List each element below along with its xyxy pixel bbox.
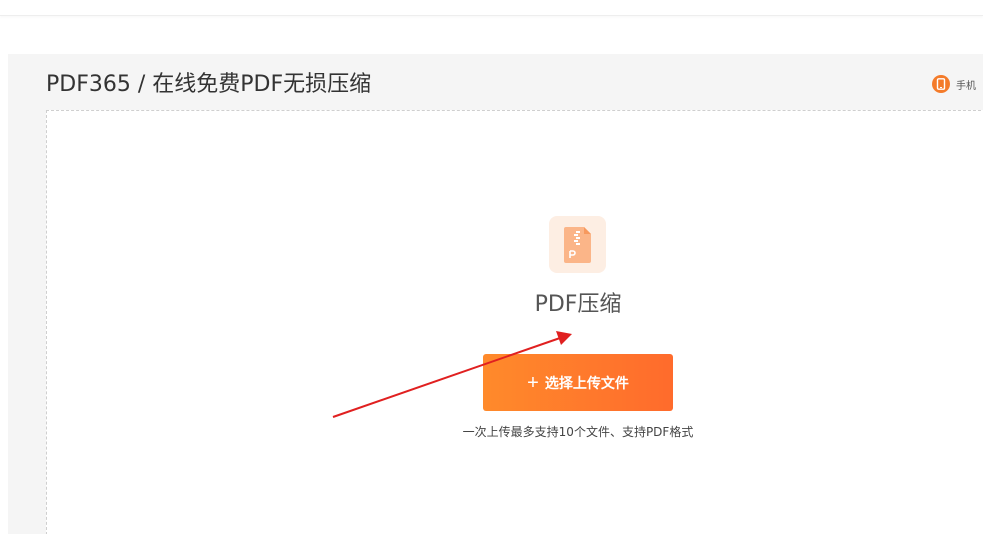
upload-hint-text: 一次上传最多支持10个文件、支持PDF格式 bbox=[462, 425, 694, 439]
pdf-compress-icon bbox=[563, 226, 591, 263]
page-title: PDF365 / 在线免费PDF无损压缩 bbox=[46, 72, 372, 97]
mobile-phone-icon bbox=[932, 75, 950, 93]
upload-drop-zone[interactable] bbox=[46, 110, 983, 534]
mobile-version-link[interactable]: 手机 bbox=[932, 74, 976, 94]
upload-button-label: 选择上传文件 bbox=[544, 374, 629, 391]
tool-title: PDF压缩 bbox=[534, 292, 622, 317]
top-nav-bar bbox=[0, 0, 983, 16]
mobile-link-label: 手机 bbox=[956, 80, 976, 92]
tool-icon-container bbox=[549, 216, 606, 273]
plus-icon: + bbox=[527, 371, 539, 394]
select-upload-file-button[interactable]: + 选择上传文件 bbox=[483, 354, 673, 411]
